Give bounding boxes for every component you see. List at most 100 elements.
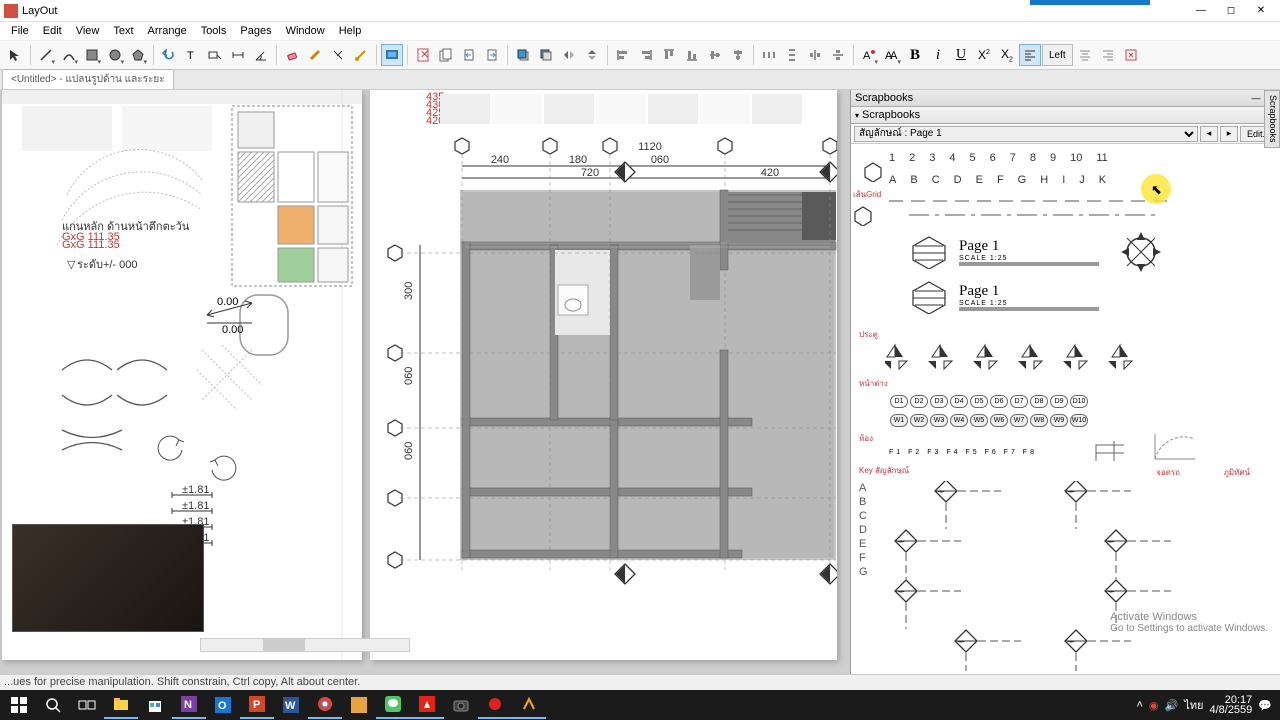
record-icon[interactable]	[478, 691, 512, 719]
nav-next-button[interactable]: ▸	[1220, 126, 1238, 142]
circle-tool[interactable]	[104, 44, 126, 66]
scrapbooks-panel: Scrapbooks —✕ Scrapbooks ✕ สัญลักษณ์ : P…	[850, 90, 1280, 682]
join-tool[interactable]	[350, 44, 372, 66]
align-bottom-button[interactable]	[681, 44, 703, 66]
dimension-tool[interactable]	[227, 44, 249, 66]
flip-h-button[interactable]	[558, 44, 580, 66]
svg-text:300: 300	[403, 282, 415, 300]
align-top-button[interactable]	[658, 44, 680, 66]
angle-dimension-tool[interactable]	[250, 44, 272, 66]
side-tab-scrapbooks[interactable]: Scrapbooks	[1264, 90, 1280, 148]
svg-text:✕: ✕	[420, 49, 429, 61]
nav-prev-button[interactable]: ◂	[1200, 126, 1218, 142]
split-tool[interactable]	[327, 44, 349, 66]
scrapbook-content[interactable]: ⬉ เส้นGrid 1234567891011 ABCDEFGHIJK Pag…	[851, 144, 1280, 682]
bring-front-button[interactable]	[512, 44, 534, 66]
line-tool[interactable]	[35, 44, 57, 66]
maximize-button[interactable]: ◻	[1216, 2, 1246, 20]
superscript-button[interactable]: X2	[973, 44, 995, 66]
start-button[interactable]	[2, 691, 36, 719]
subscript-button[interactable]: X2	[996, 44, 1018, 66]
scrapbook-selector[interactable]: สัญลักษณ์ : Page 1	[854, 126, 1198, 142]
textalign-label[interactable]: Left	[1042, 44, 1073, 66]
toolbar: T ✕ A AA B i U X2 X2 Left	[0, 40, 1280, 70]
select-tool[interactable]	[4, 44, 26, 66]
panel-header[interactable]: Scrapbooks —✕	[851, 90, 1280, 107]
explorer-icon[interactable]	[104, 691, 138, 719]
tray-volume-icon[interactable]: 🔊	[1165, 699, 1179, 712]
sketchup-icon[interactable]	[410, 691, 444, 719]
canvas[interactable]: แกนหลัก ด้านหน้าตึกตะวัน GxG 111.35 GxG …	[0, 90, 850, 682]
app1-icon[interactable]	[342, 691, 376, 719]
textalign-right-button[interactable]	[1097, 44, 1119, 66]
svg-text:0.00: 0.00	[217, 296, 238, 308]
panel-min-icon[interactable]: —	[1249, 93, 1262, 104]
label-tool[interactable]	[204, 44, 226, 66]
send-back-button[interactable]	[535, 44, 557, 66]
horizontal-scrollbar[interactable]	[200, 638, 410, 652]
accent-bar	[1030, 0, 1150, 5]
arc-tool[interactable]	[58, 44, 80, 66]
text-tool[interactable]: T	[181, 44, 203, 66]
center-v-button[interactable]	[827, 44, 849, 66]
menu-arrange[interactable]: Arrange	[141, 23, 194, 39]
prev-page-button[interactable]	[458, 44, 480, 66]
presentation-button[interactable]	[381, 44, 403, 66]
add-page-button[interactable]: ✕	[412, 44, 434, 66]
polygon-tool[interactable]	[127, 44, 149, 66]
onenote-icon[interactable]: N	[172, 691, 206, 719]
font-button[interactable]: A	[858, 44, 880, 66]
notification-icon[interactable]: 💬	[1258, 699, 1272, 712]
duplicate-page-button[interactable]	[435, 44, 457, 66]
undo-button[interactable]	[158, 44, 180, 66]
align-hcenter-button[interactable]	[727, 44, 749, 66]
menu-view[interactable]: View	[69, 23, 107, 39]
underline-button[interactable]: U	[950, 44, 972, 66]
store-icon[interactable]	[138, 691, 172, 719]
floor-tags: F1 F2 F3 F4 F5 F6 F7 F8	[889, 449, 1272, 456]
tray-up-icon[interactable]: ˄	[1136, 699, 1142, 711]
tray-lang[interactable]: ไทย	[1184, 696, 1203, 714]
powerpoint-icon[interactable]: P	[240, 691, 274, 719]
bold-button[interactable]: B	[904, 44, 926, 66]
camera-icon[interactable]	[444, 691, 478, 719]
rectangle-tool[interactable]	[81, 44, 103, 66]
chrome-icon[interactable]	[308, 691, 342, 719]
search-icon[interactable]	[36, 691, 70, 719]
style-tool[interactable]	[304, 44, 326, 66]
outlook-icon[interactable]: O	[206, 691, 240, 719]
erase-tool[interactable]	[281, 44, 303, 66]
menu-file[interactable]: File	[4, 23, 36, 39]
next-page-button[interactable]	[481, 44, 503, 66]
menu-window[interactable]: Window	[279, 23, 332, 39]
align-right-button[interactable]	[635, 44, 657, 66]
align-vcenter-button[interactable]	[704, 44, 726, 66]
align-left-button[interactable]	[612, 44, 634, 66]
menu-tools[interactable]: Tools	[194, 23, 234, 39]
space-h-button[interactable]	[758, 44, 780, 66]
space-v-button[interactable]	[781, 44, 803, 66]
menu-text[interactable]: Text	[106, 23, 140, 39]
clock[interactable]: 20:174/8/2559	[1209, 695, 1252, 715]
flip-v-button[interactable]	[581, 44, 603, 66]
menu-edit[interactable]: Edit	[36, 23, 69, 39]
textalign-left-icon[interactable]	[1019, 44, 1041, 66]
taskview-icon[interactable]	[70, 691, 104, 719]
document-tab[interactable]: <Untitled> - แปลนรูปด้าน และระยะ	[2, 69, 174, 89]
panel-section[interactable]: Scrapbooks ✕	[851, 107, 1280, 124]
minimize-button[interactable]: —	[1186, 2, 1216, 20]
textalign-center-button[interactable]	[1074, 44, 1096, 66]
italic-button[interactable]: i	[927, 44, 949, 66]
line-icon[interactable]	[376, 691, 410, 719]
page-right[interactable]: 435430 425420	[370, 90, 837, 660]
menu-help[interactable]: Help	[332, 23, 369, 39]
menu-pages[interactable]: Pages	[233, 23, 278, 39]
word-icon[interactable]: W	[274, 691, 308, 719]
layout-icon[interactable]	[512, 691, 546, 719]
center-h-button[interactable]	[804, 44, 826, 66]
grid-numbers: 1234567891011	[889, 152, 1272, 164]
fontsize-button[interactable]: AA	[881, 44, 903, 66]
toolbar-close-button[interactable]	[1120, 44, 1142, 66]
close-button[interactable]: ✕	[1246, 2, 1276, 20]
tray-network-icon[interactable]: ◉	[1149, 699, 1159, 712]
